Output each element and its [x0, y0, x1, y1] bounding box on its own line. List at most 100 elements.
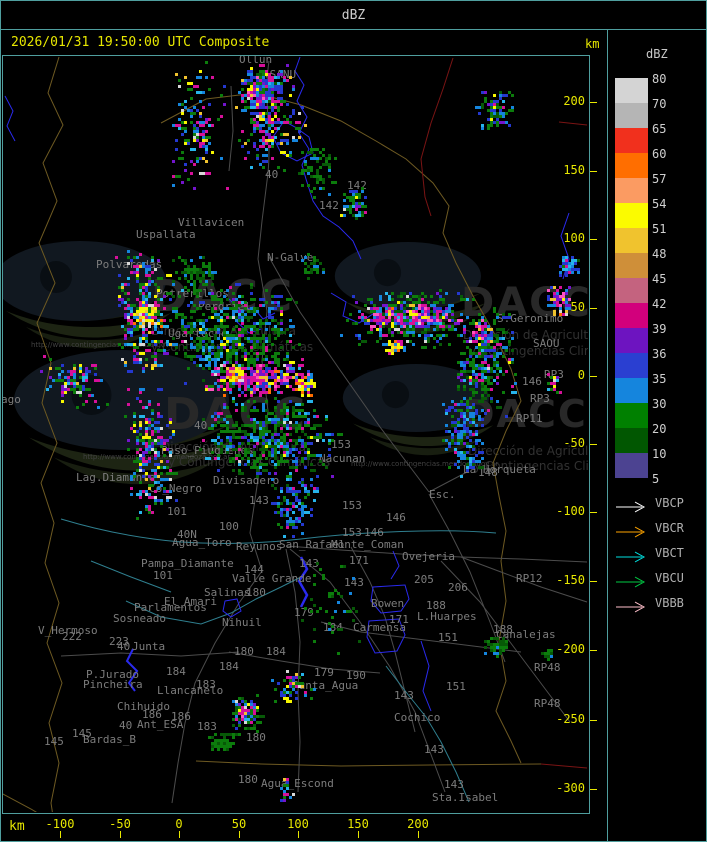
radar-echo-pixel [463, 424, 466, 427]
radar-echo-pixel [196, 133, 199, 136]
radar-echo-pixel [157, 319, 160, 322]
radar-echo-pixel [505, 331, 508, 334]
radar-echo-pixel [232, 448, 238, 451]
radar-echo-pixel [154, 352, 157, 355]
radar-echo-pixel [172, 184, 175, 187]
radar-echo-pixel [328, 442, 331, 445]
radar-echo-pixel [388, 310, 391, 313]
radar-echo-pixel [487, 103, 490, 106]
radar-echo-pixel [154, 325, 157, 328]
radar-echo-pixel [133, 421, 136, 424]
radar-echo-pixel [289, 151, 292, 154]
radar-echo-pixel [256, 379, 259, 382]
radar-echo-pixel [547, 295, 550, 298]
radar-echo-pixel [268, 139, 271, 142]
radar-echo-pixel [154, 442, 157, 445]
radar-echo-pixel [289, 76, 292, 79]
radar-echo-pixel [490, 649, 493, 652]
radar-echo-pixel [433, 316, 436, 319]
radar-echo-pixel [571, 256, 574, 259]
radar-echo-pixel [559, 265, 562, 268]
radar-echo-pixel [190, 346, 196, 349]
radar-echo-pixel [280, 319, 283, 322]
radar-echo-pixel [184, 259, 187, 262]
radar-echo-pixel [478, 313, 481, 316]
radar-echo-pixel [271, 88, 274, 91]
map-place-label: SAOU [533, 337, 560, 350]
radar-echo-pixel [472, 415, 475, 418]
radar-echo-pixel [295, 499, 298, 502]
radar-echo-pixel [448, 319, 451, 322]
radar-echo-pixel [262, 94, 265, 97]
radar-echo-pixel [403, 313, 406, 316]
radar-echo-pixel [289, 325, 292, 328]
radar-echo-pixel [475, 352, 478, 355]
radar-echo-pixel [130, 427, 133, 430]
radar-echo-pixel [472, 319, 475, 322]
radar-echo-pixel [274, 406, 277, 409]
radar-echo-pixel [154, 421, 160, 424]
y-axis-tick-label: -300 [556, 781, 585, 795]
radar-echo-pixel [250, 439, 253, 442]
radar-echo-pixel [280, 511, 283, 514]
radar-echo-pixel [280, 91, 283, 94]
radar-echo-pixel [268, 349, 271, 352]
radar-echo-pixel [226, 373, 229, 376]
radar-echo-pixel [307, 253, 310, 256]
radar-echo-pixel [46, 388, 49, 391]
x-axis-tick-mark [298, 831, 299, 838]
radar-echo-pixel [214, 364, 217, 367]
radar-echo-pixel [250, 103, 253, 106]
radar-echo-pixel [295, 466, 298, 469]
radar-echo-pixel [289, 367, 295, 370]
radar-echo-pixel [463, 325, 466, 328]
radar-echo-pixel [352, 202, 355, 205]
radar-echo-pixel [250, 346, 253, 349]
radar-echo-pixel [169, 436, 172, 439]
radar-echo-pixel [220, 346, 223, 349]
radar-echo-pixel [190, 268, 196, 271]
radar-echo-pixel [508, 91, 511, 94]
radar-echo-pixel [190, 277, 193, 280]
radar-echo-pixel [316, 172, 319, 175]
radar-echo-pixel [304, 442, 307, 445]
radar-echo-pixel [292, 346, 295, 349]
radar-echo-pixel [190, 172, 193, 175]
radar-echo-pixel [97, 406, 100, 409]
radar-echo-pixel [181, 112, 184, 115]
radar-echo-pixel [379, 310, 382, 313]
radar-echo-pixel [145, 265, 148, 268]
radar-echo-pixel [493, 643, 496, 646]
radar-echo-pixel [253, 112, 259, 115]
radar-echo-pixel [490, 646, 496, 649]
radar-echo-pixel [286, 385, 289, 388]
radar-echo-pixel [253, 118, 256, 121]
radar-echo-pixel [286, 484, 289, 487]
radar-echo-pixel [250, 67, 253, 70]
radar-echo-pixel [265, 133, 271, 136]
radar-echo-pixel [250, 394, 253, 397]
radar-echo-pixel [283, 379, 289, 382]
radar-echo-pixel [502, 94, 508, 97]
radar-echo-pixel [133, 358, 136, 361]
radar-map[interactable]: DACCDACCDACCDACCDirección de Agricultura… [3, 56, 588, 812]
radar-echo-pixel [232, 445, 235, 448]
radar-echo-pixel [352, 199, 355, 202]
radar-echo-pixel [100, 379, 103, 382]
radar-echo-pixel [229, 334, 232, 337]
radar-echo-pixel [139, 322, 142, 325]
radar-echo-pixel [463, 361, 466, 364]
radar-echo-pixel [388, 304, 391, 307]
radar-echo-pixel [232, 382, 235, 385]
radar-echo-pixel [154, 481, 157, 484]
radar-echo-pixel [553, 385, 556, 388]
radar-echo-pixel [274, 325, 277, 328]
radar-echo-pixel [286, 499, 289, 502]
radar-echo-pixel [301, 460, 304, 463]
radar-echo-pixel [478, 415, 481, 418]
radar-echo-pixel [364, 322, 367, 325]
radar-echo-pixel [208, 388, 214, 391]
radar-echo-pixel [169, 418, 172, 421]
radar-echo-pixel [511, 349, 514, 352]
radar-echo-pixel [211, 745, 214, 748]
